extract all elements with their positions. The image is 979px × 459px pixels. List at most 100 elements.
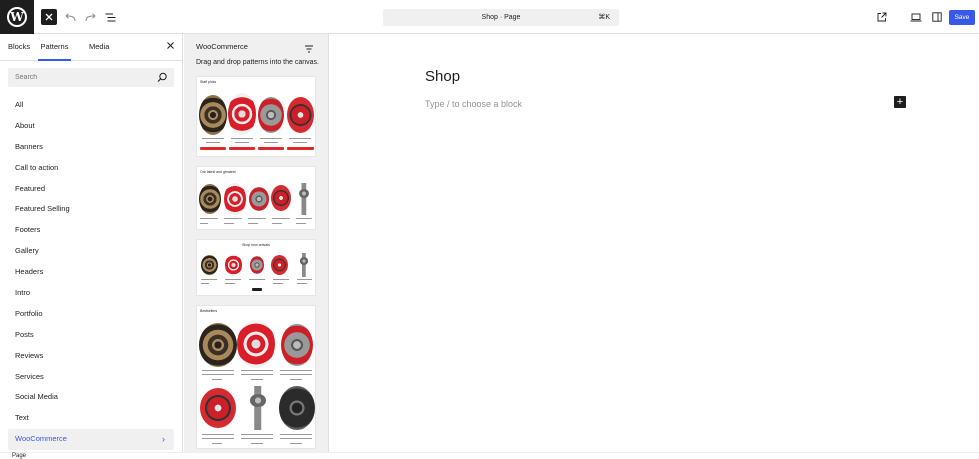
editor-canvas[interactable]: Shop Type / to choose a block + — [330, 34, 979, 452]
redo-button[interactable] — [82, 9, 98, 25]
pattern-card-staff-picks[interactable]: Staff picks — [196, 76, 316, 157]
product-text-line — [225, 279, 241, 280]
search-input[interactable] — [8, 68, 148, 87]
pattern-category-title: WooCommerce — [196, 42, 248, 51]
device-preview-icon — [910, 13, 922, 21]
product-image — [250, 256, 264, 274]
product-text-line — [296, 218, 312, 219]
category-featured[interactable]: Featured — [8, 179, 174, 200]
product-image — [237, 320, 275, 368]
product-text-line — [249, 279, 265, 280]
settings-sidebar-button[interactable] — [929, 9, 945, 25]
tab-blocks[interactable]: Blocks — [8, 34, 30, 61]
category-social-media[interactable]: Social Media — [8, 387, 174, 408]
pattern-card-bestsellers[interactable]: Bestsellers — [196, 305, 316, 449]
product-text-line — [293, 142, 307, 143]
product-text-line — [202, 374, 234, 375]
wordpress-logo[interactable]: W — [0, 0, 34, 34]
filter-button[interactable] — [304, 41, 314, 53]
product-text-line — [297, 283, 307, 284]
product-text-line — [248, 218, 266, 219]
product-text-line — [280, 434, 312, 435]
pattern-card-title: Bestsellers — [200, 309, 218, 313]
add-to-cart-preview — [258, 147, 284, 150]
product-text-line — [296, 223, 306, 224]
page-title[interactable]: Shop — [425, 68, 460, 85]
tab-patterns[interactable]: Patterns — [38, 34, 71, 61]
category-reviews[interactable]: Reviews — [8, 346, 174, 367]
product-image — [287, 97, 314, 133]
product-text-line — [201, 279, 217, 280]
device-preview-button[interactable] — [908, 9, 924, 25]
shop-all-button-preview — [252, 288, 262, 291]
product-text-line — [201, 283, 209, 284]
category-posts[interactable]: Posts — [8, 325, 174, 346]
product-image — [201, 255, 218, 275]
product-text-line — [224, 223, 234, 224]
product-text-line — [290, 379, 302, 380]
product-text-line — [202, 434, 234, 435]
product-image — [199, 184, 221, 214]
product-image — [271, 185, 291, 211]
product-image — [245, 386, 271, 430]
pattern-card-latest[interactable]: Our latest and greatest — [196, 166, 316, 230]
product-text-line — [273, 283, 283, 284]
close-icon — [45, 13, 53, 21]
category-woocommerce[interactable]: WooCommerce › — [8, 429, 174, 451]
close-panel-button[interactable] — [165, 42, 175, 52]
category-call-to-action[interactable]: Call to action — [8, 158, 174, 179]
category-about[interactable]: About — [8, 116, 174, 137]
product-image — [297, 253, 311, 277]
tab-media[interactable]: Media — [89, 34, 109, 61]
view-page-button[interactable] — [874, 9, 890, 25]
product-image — [249, 187, 269, 211]
command-palette-bar[interactable]: Shop · Page ⌘K — [383, 9, 619, 26]
editor-footer: Page — [0, 452, 979, 459]
product-text-line — [225, 283, 235, 284]
category-text[interactable]: Text — [8, 408, 174, 429]
product-text-line — [202, 138, 224, 139]
product-text-line — [251, 443, 263, 444]
wordpress-logo-mark: W — [7, 7, 27, 27]
product-image — [225, 254, 242, 276]
document-title: Shop · Page — [481, 14, 521, 21]
product-text-line — [248, 223, 258, 224]
product-text-line — [235, 142, 249, 143]
product-image — [295, 183, 313, 215]
block-placeholder[interactable]: Type / to choose a block — [425, 99, 522, 109]
product-text-line — [280, 438, 312, 439]
category-services[interactable]: Services — [8, 367, 174, 388]
product-image — [271, 255, 288, 275]
product-text-line — [212, 443, 222, 444]
chevron-right-icon: › — [162, 434, 165, 445]
close-icon — [166, 42, 174, 49]
add-block-button[interactable]: + — [894, 96, 906, 108]
category-woocommerce-label: WooCommerce — [15, 434, 67, 444]
undo-icon — [65, 12, 75, 21]
pattern-card-new-arrivals[interactable]: Shop new arrivals — [196, 239, 316, 296]
category-intro[interactable]: Intro — [8, 283, 174, 304]
filter-icon — [305, 45, 313, 53]
category-featured-selling[interactable]: Featured Selling — [8, 199, 174, 220]
undo-button[interactable] — [62, 9, 78, 25]
redo-icon — [85, 12, 95, 21]
category-headers[interactable]: Headers — [8, 262, 174, 283]
pattern-search — [8, 68, 174, 87]
close-inserter-button[interactable] — [41, 9, 57, 25]
category-footers[interactable]: Footers — [8, 220, 174, 241]
sidebar-toggle-icon — [932, 12, 942, 22]
category-portfolio[interactable]: Portfolio — [8, 304, 174, 325]
save-button[interactable]: Save — [949, 10, 975, 25]
product-text-line — [212, 379, 222, 380]
product-image — [199, 95, 227, 135]
breadcrumb[interactable]: Page — [12, 453, 26, 459]
product-text-line — [280, 374, 312, 375]
product-text-line — [272, 223, 282, 224]
document-overview-button[interactable] — [102, 9, 118, 25]
add-to-cart-preview — [229, 147, 255, 150]
category-banners[interactable]: Banners — [8, 137, 174, 158]
category-gallery[interactable]: Gallery — [8, 241, 174, 262]
product-text-line — [251, 379, 263, 380]
product-text-line — [224, 218, 242, 219]
category-all[interactable]: All — [8, 95, 174, 116]
